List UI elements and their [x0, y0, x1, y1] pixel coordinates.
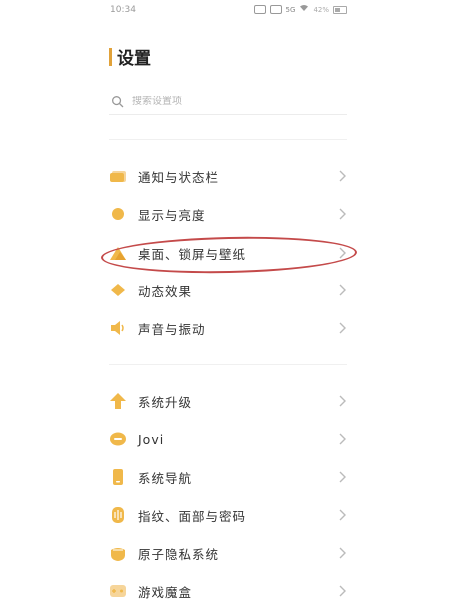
phone-icon — [109, 468, 127, 486]
status-icons: 5G 42% — [253, 4, 347, 15]
settings-item-wallpaper[interactable]: 桌面、锁屏与壁纸 — [109, 238, 349, 268]
item-label: 桌面、锁屏与壁纸 — [138, 246, 247, 262]
chevron-right-icon — [339, 170, 346, 182]
search-bar[interactable] — [109, 88, 347, 115]
settings-item-sound[interactable]: 声音与振动 — [109, 313, 349, 343]
settings-item-game[interactable]: 游戏魔盒 — [109, 576, 349, 606]
item-label: Jovi — [138, 431, 165, 447]
settings-item-privacy[interactable]: 原子隐私系统 — [109, 538, 349, 568]
title-accent-bar — [109, 47, 112, 66]
chevron-right-icon — [339, 471, 346, 483]
section-divider — [109, 364, 347, 365]
section-divider — [109, 139, 347, 140]
upgrade-icon — [109, 392, 127, 410]
item-label: 原子隐私系统 — [138, 546, 220, 562]
fingerprint-icon — [109, 506, 127, 524]
search-input[interactable] — [132, 95, 332, 107]
sim-icon — [253, 5, 266, 14]
brightness-icon — [109, 205, 127, 223]
chevron-right-icon — [339, 322, 346, 334]
chevron-right-icon — [339, 284, 346, 296]
settings-item-navigation[interactable]: 系统导航 — [109, 462, 349, 492]
chevron-right-icon — [339, 433, 346, 445]
chevron-right-icon — [339, 547, 346, 559]
status-time: 10:34 — [110, 5, 136, 15]
item-label: 指纹、面部与密码 — [138, 508, 247, 524]
settings-item-notifications[interactable]: 通知与状态栏 — [109, 161, 349, 191]
jovi-icon — [109, 430, 127, 448]
battery-text: 42% — [313, 5, 329, 14]
battery-icon — [333, 5, 347, 14]
chevron-right-icon — [339, 585, 346, 597]
status-bar: 10:34 5G 42% — [0, 0, 457, 22]
settings-item-motion[interactable]: 动态效果 — [109, 275, 349, 305]
item-label: 游戏魔盒 — [138, 584, 193, 600]
search-icon — [112, 95, 124, 107]
5g-icon: 5G — [285, 5, 296, 14]
hd-icon — [269, 5, 282, 14]
chevron-right-icon — [339, 395, 346, 407]
settings-item-security[interactable]: 指纹、面部与密码 — [109, 500, 349, 530]
motion-icon — [109, 281, 127, 299]
gamepad-icon — [109, 582, 127, 600]
item-label: 系统升级 — [138, 394, 193, 410]
wifi-icon — [299, 4, 309, 15]
settings-item-display[interactable]: 显示与亮度 — [109, 199, 349, 229]
item-label: 系统导航 — [138, 470, 193, 486]
settings-item-upgrade[interactable]: 系统升级 — [109, 386, 349, 416]
item-label: 声音与振动 — [138, 321, 206, 337]
item-label: 动态效果 — [138, 283, 193, 299]
notification-icon — [109, 167, 127, 185]
page-title: 设置 — [117, 49, 151, 69]
chevron-right-icon — [339, 509, 346, 521]
chevron-right-icon — [339, 247, 346, 259]
speaker-icon — [109, 319, 127, 337]
item-label: 显示与亮度 — [138, 207, 206, 223]
chevron-right-icon — [339, 208, 346, 220]
item-label: 通知与状态栏 — [138, 169, 220, 185]
privacy-icon — [109, 544, 127, 562]
page-header: 设置 — [109, 44, 151, 69]
settings-item-jovi[interactable]: Jovi — [109, 424, 349, 454]
wallpaper-icon — [109, 244, 127, 262]
